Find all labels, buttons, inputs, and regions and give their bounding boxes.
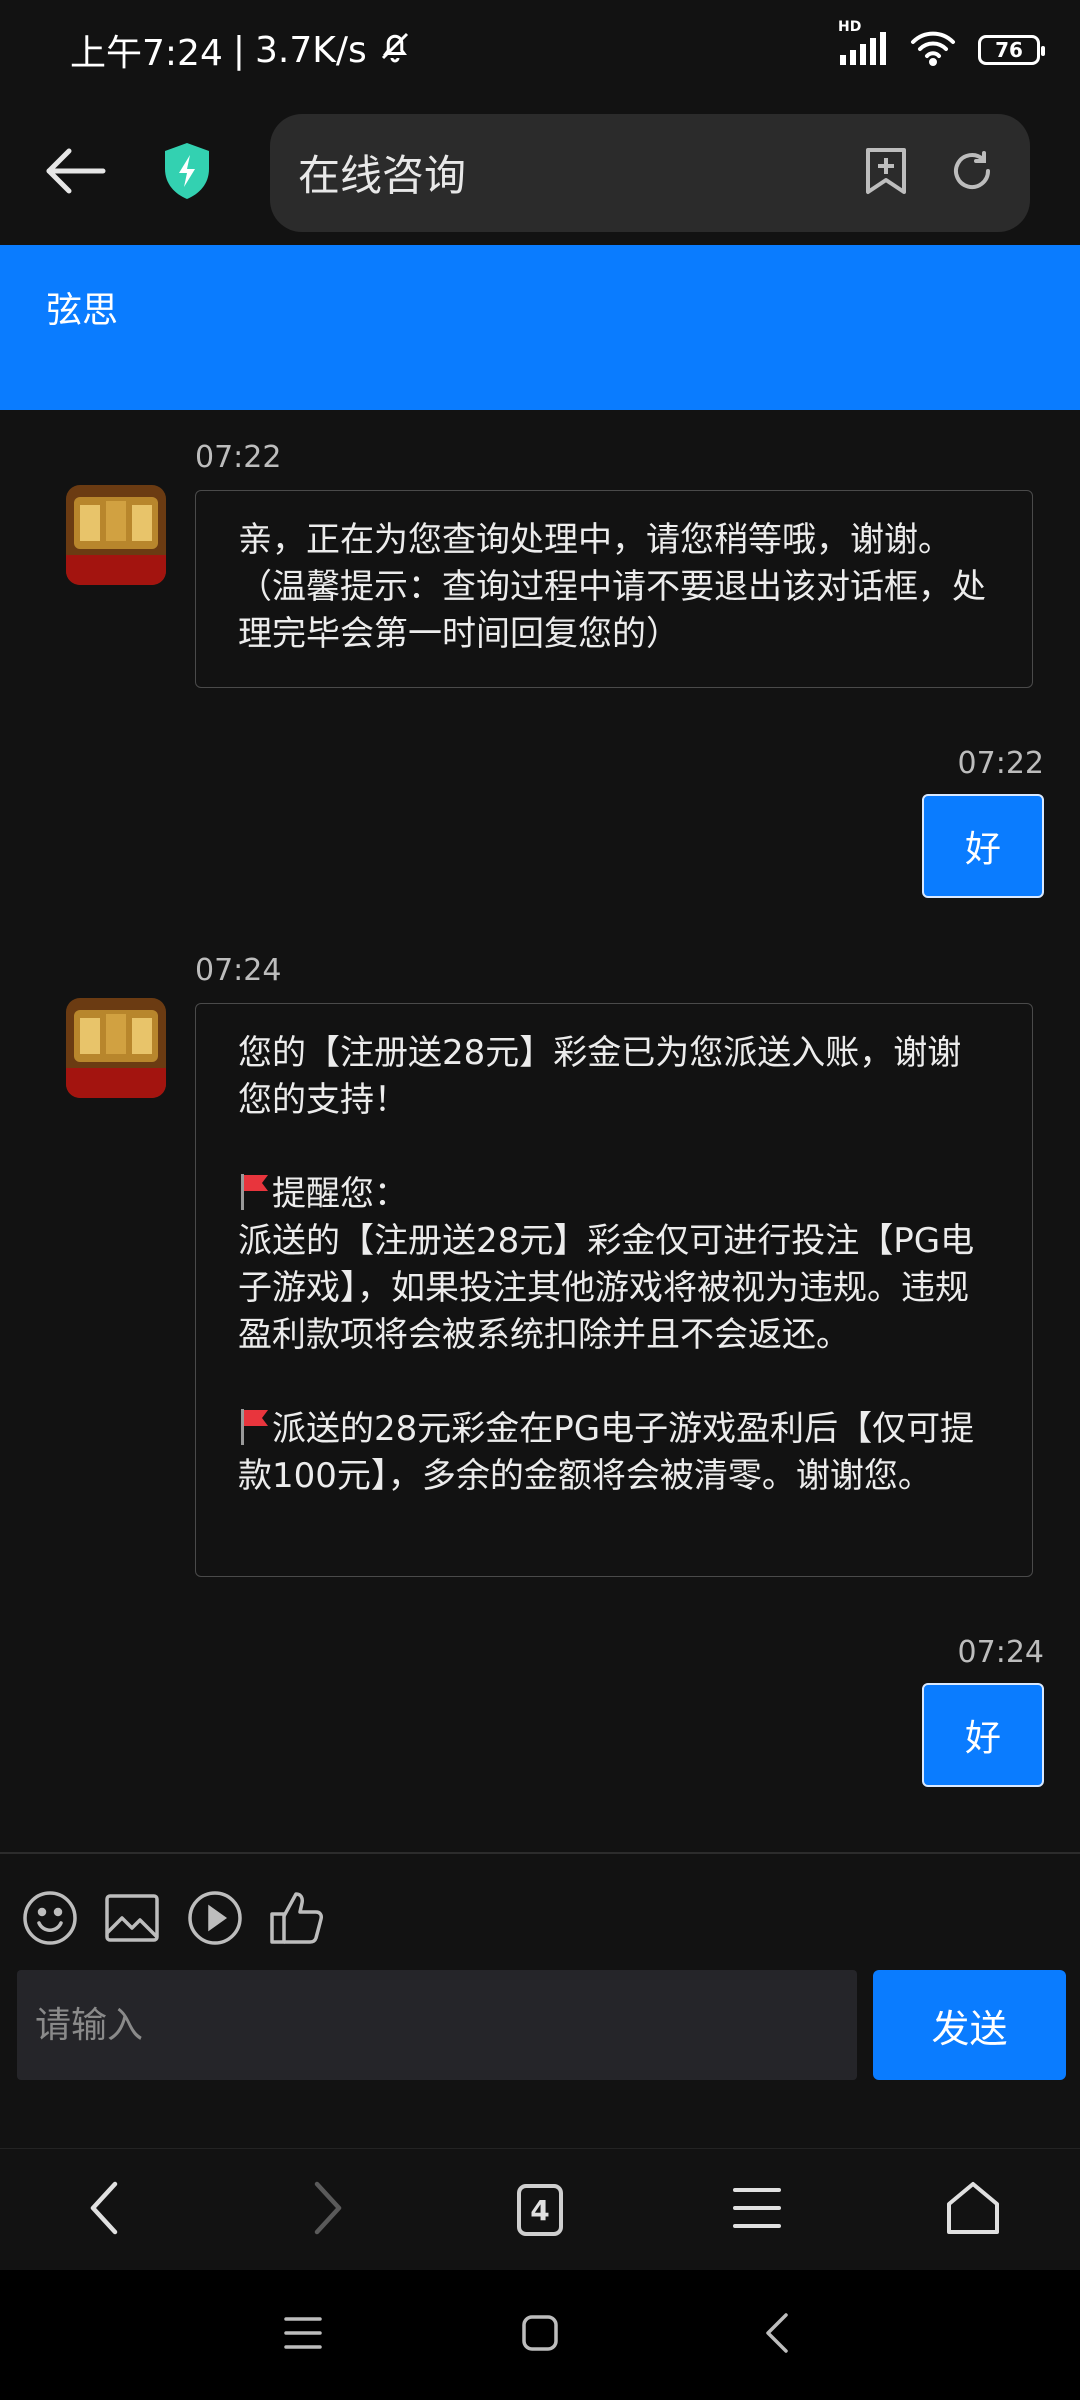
- play-circle-icon: [187, 1890, 243, 1950]
- signal-icon: HD: [838, 19, 888, 69]
- message-time: 07:22: [957, 746, 1044, 781]
- system-menu-icon: [283, 2315, 323, 2355]
- message-text: 好: [964, 1718, 1001, 1759]
- shield-bolt-icon: [161, 141, 213, 205]
- tabs-button[interactable]: 4: [485, 2149, 595, 2271]
- tab-count: 4: [517, 2184, 563, 2236]
- chevron-left-icon: [85, 2180, 125, 2240]
- system-back-button[interactable]: [722, 2270, 832, 2400]
- refresh-button[interactable]: [942, 143, 1002, 203]
- nav-forward-button[interactable]: [272, 2149, 382, 2271]
- add-bookmark-button[interactable]: [856, 143, 916, 203]
- system-home-button[interactable]: [485, 2270, 595, 2400]
- message-list[interactable]: 07:22 亲，正在为您查询处理中，请您稍等哦，谢谢。（温馨提示：查询过程中请不…: [0, 410, 1080, 1852]
- network-type: HD: [838, 19, 862, 35]
- message-text: 派送的28元彩金在PG电子游戏盈利后【仅可提款100元】，多余的金额将会被清零。…: [238, 1409, 975, 1496]
- agent-avatar: [66, 485, 166, 585]
- composer-toolbar: [0, 1885, 400, 1955]
- user-message-bubble: 好: [922, 794, 1044, 898]
- agent-name: 弦思: [46, 290, 119, 331]
- message-time: 07:24: [195, 953, 282, 988]
- battery-icon: 76: [978, 35, 1045, 65]
- menu-button[interactable]: [702, 2149, 812, 2271]
- status-time: 上午7:24: [70, 33, 223, 74]
- reminder-title: 提醒您：: [272, 1174, 408, 1214]
- message-text: 派送的【注册送28元】彩金仅可进行投注【PG电子游戏】，如果投注其他游戏将被视为…: [238, 1221, 975, 1355]
- page-title: 在线咨询: [298, 151, 467, 200]
- battery-level: 76: [995, 38, 1023, 62]
- browser-address-bar: 在线咨询: [0, 100, 1080, 245]
- agent-avatar: [66, 998, 166, 1098]
- status-left: 上午7:24 | 3.7K/s: [70, 24, 413, 76]
- thumbs-up-icon: [269, 1890, 325, 1950]
- message-text-with-flag: 派送的28元彩金在PG电子游戏盈利后【仅可提款100元】，多余的金额将会被清零。…: [238, 1406, 992, 1500]
- hamburger-icon: [732, 2186, 782, 2234]
- url-box[interactable]: 在线咨询: [270, 113, 1030, 232]
- agent-message-bubble: 亲，正在为您查询处理中，请您稍等哦，谢谢。（温馨提示：查询过程中请不要退出该对话…: [195, 490, 1033, 688]
- status-separator: |: [232, 29, 245, 71]
- message-text: 您的【注册送28元】彩金已为您派送入账，谢谢您的支持！: [238, 1033, 962, 1120]
- message-text: 好: [964, 829, 1001, 870]
- send-button[interactable]: 发送: [873, 1970, 1066, 2080]
- browser-bottom-nav: 4: [0, 2148, 1080, 2271]
- like-button[interactable]: [262, 1885, 332, 1955]
- system-back-icon: [762, 2311, 792, 2359]
- message-time: 07:22: [195, 440, 282, 475]
- user-message-bubble: 好: [922, 1683, 1044, 1787]
- agent-message-bubble: 您的【注册送28元】彩金已为您派送入账，谢谢您的支持！ 提醒您： 派送的【注册送…: [195, 1003, 1033, 1577]
- image-button[interactable]: [97, 1885, 167, 1955]
- red-flag-icon: [238, 1406, 272, 1446]
- mute-bell-icon: [377, 28, 413, 73]
- chat-header: 弦思: [0, 245, 1080, 410]
- bookmark-plus-icon: [864, 146, 908, 200]
- status-right: HD 76: [838, 19, 1045, 70]
- nav-back-button[interactable]: [50, 2149, 160, 2271]
- image-icon: [104, 1893, 160, 1947]
- refresh-icon: [948, 147, 996, 199]
- status-bar: 上午7:24 | 3.7K/s HD 76: [0, 0, 1080, 100]
- emoji-button[interactable]: [15, 1885, 85, 1955]
- message-text: 亲，正在为您查询处理中，请您稍等哦，谢谢。（温馨提示：查询过程中请不要退出该对话…: [238, 520, 986, 654]
- back-arrow-icon: [43, 146, 107, 200]
- square-icon: [520, 2313, 560, 2357]
- security-shield-button[interactable]: [142, 128, 232, 218]
- video-button[interactable]: [180, 1885, 250, 1955]
- message-input[interactable]: [17, 1970, 857, 2080]
- status-speed: 3.7K/s: [254, 29, 367, 71]
- chevron-right-icon: [307, 2180, 347, 2240]
- message-time: 07:24: [957, 1635, 1044, 1670]
- back-button[interactable]: [30, 128, 120, 218]
- smiley-icon: [22, 1890, 78, 1950]
- home-icon: [945, 2180, 1001, 2240]
- system-nav-bar: [0, 2270, 1080, 2400]
- system-menu-button[interactable]: [248, 2270, 358, 2400]
- home-button[interactable]: [918, 2149, 1028, 2271]
- composer-divider: [0, 1852, 1080, 1854]
- reminder-heading: 提醒您：: [238, 1171, 992, 1218]
- red-flag-icon: [238, 1171, 272, 1211]
- wifi-icon: [910, 30, 956, 70]
- send-label: 发送: [931, 2006, 1008, 2051]
